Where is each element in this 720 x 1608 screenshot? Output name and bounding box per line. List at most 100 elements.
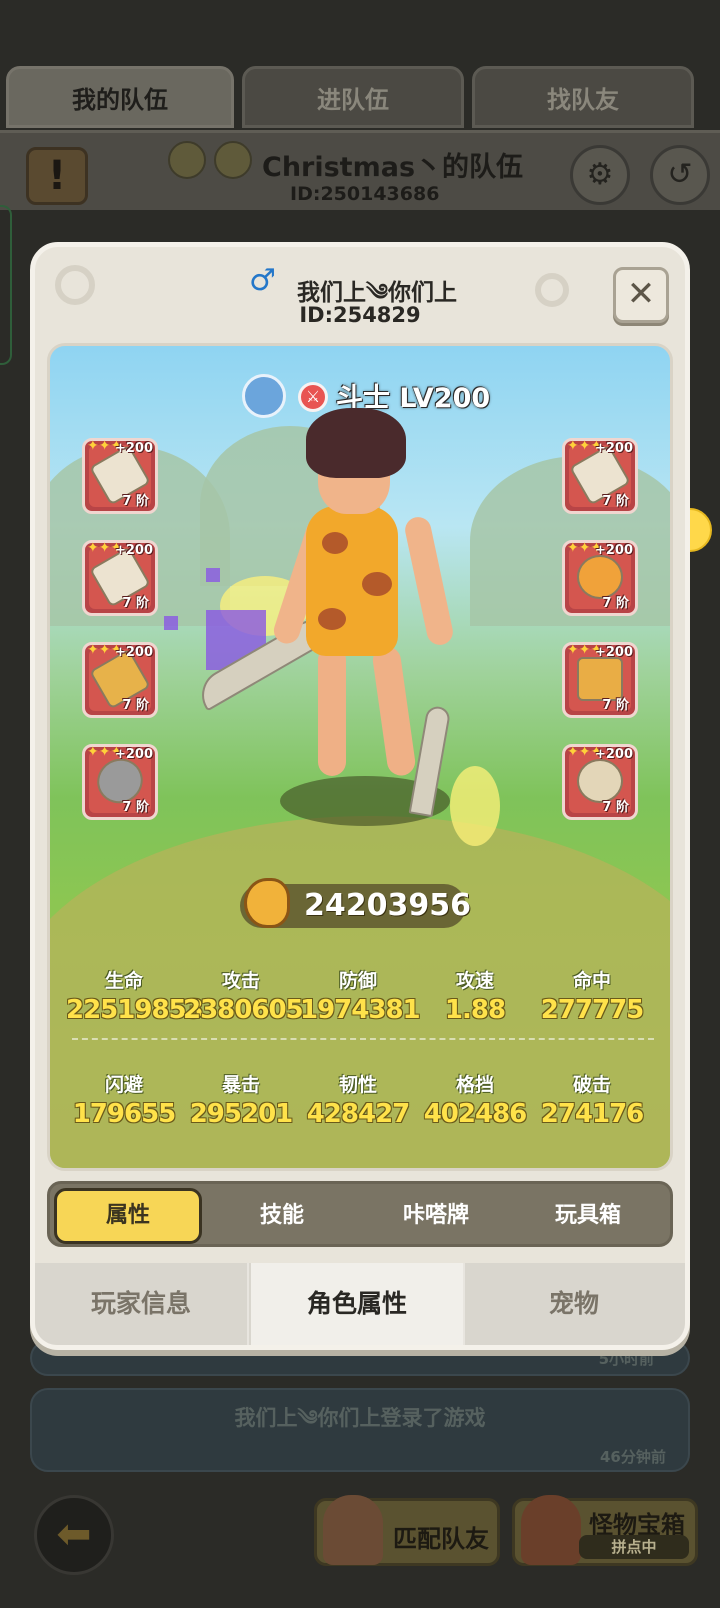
- weapon-glow: [450, 766, 500, 846]
- equip-bonus: +200: [594, 645, 633, 660]
- combat-power-value: 24203956: [304, 888, 471, 923]
- star-rank-icon: ✦✦✦: [567, 439, 602, 453]
- star-rank-icon: ✦✦✦: [87, 541, 122, 555]
- tab-skills[interactable]: 技能: [208, 1188, 356, 1244]
- stat-label: 攻击: [221, 970, 260, 992]
- stat-label: 闪避: [104, 1074, 143, 1096]
- player-info-dialog: ♂ 我们上༄你们上 ID:254829 ✕ ⚔ 斗士 LV200 +200 7 …: [30, 242, 690, 1350]
- prev-message-time: 5小时前: [598, 1350, 654, 1368]
- equip-slot-right-2[interactable]: ✦✦✦ +200 7 阶: [562, 540, 638, 616]
- equip-tier: 7 阶: [602, 800, 629, 815]
- hero-outfit-spot: [318, 608, 346, 630]
- stat-value: 22519853: [66, 995, 204, 1025]
- match-teammate-label: 匹配队友: [393, 1525, 489, 1553]
- equip-slot-right-4[interactable]: ✦✦✦ +200 7 阶: [562, 744, 638, 820]
- equip-tier: 7 阶: [122, 494, 149, 509]
- settings-gear-icon[interactable]: ⚙: [570, 145, 630, 205]
- stat-label: 格挡: [455, 1074, 494, 1096]
- muscle-arm-icon: [244, 878, 290, 928]
- pixel-effect: [206, 568, 220, 582]
- stat-crit: 暴击 295201: [183, 1070, 299, 1129]
- stat-toughness: 韧性 428427: [300, 1070, 416, 1129]
- side-panel-edge: [0, 205, 12, 365]
- stat-defense: 防御 1974381: [300, 966, 421, 1025]
- stat-label: 攻速: [455, 970, 494, 992]
- star-rank-icon: ✦✦✦: [567, 745, 602, 759]
- equip-bonus: +200: [594, 747, 633, 762]
- equip-tier: 7 阶: [602, 698, 629, 713]
- equip-tier: 7 阶: [602, 596, 629, 611]
- stat-dodge: 闪避 179655: [66, 1070, 182, 1129]
- back-arrow-icon[interactable]: ⬅: [34, 1495, 114, 1575]
- exit-team-icon[interactable]: ↺: [650, 145, 710, 205]
- monster-box-status: 拼点中: [579, 1535, 689, 1559]
- equip-tier: 7 阶: [122, 800, 149, 815]
- star-rank-icon: ✦✦✦: [567, 643, 602, 657]
- close-button[interactable]: ✕: [613, 267, 669, 323]
- equip-slot-left-4[interactable]: ✦✦✦ +200 7 阶: [82, 744, 158, 820]
- stat-value: 274176: [540, 1099, 645, 1129]
- tab-pets[interactable]: 宠物: [467, 1263, 681, 1345]
- notice-icon[interactable]: !: [26, 147, 88, 205]
- combat-power: 24203956: [240, 878, 471, 928]
- hero-outfit-spot: [322, 532, 348, 554]
- match-teammate-button[interactable]: 匹配队友: [314, 1495, 500, 1566]
- equip-slot-right-1[interactable]: ✦✦✦ +200 7 阶: [562, 438, 638, 514]
- stat-attack: 攻击 2380605: [183, 966, 304, 1025]
- stat-label: 暴击: [221, 1074, 260, 1096]
- character-scene: ⚔ 斗士 LV200 ✦✦✦ +200 7 阶 ✦✦✦: [47, 343, 673, 1171]
- avatar: [323, 1495, 383, 1565]
- stat-label: 韧性: [338, 1074, 377, 1096]
- top-tabs: 我的队伍 进队伍 找队友: [0, 66, 720, 130]
- equip-slot-left-3[interactable]: ✦✦✦ +200 7 阶: [82, 642, 158, 718]
- star-rank-icon: ✦✦✦: [87, 745, 122, 759]
- tab-join-team[interactable]: 进队伍: [242, 66, 464, 128]
- team-id: ID:250143686: [290, 183, 440, 205]
- tab-player-info[interactable]: 玩家信息: [35, 1263, 249, 1345]
- equip-slot-left-1[interactable]: ✦✦✦ +200 7 阶: [82, 438, 158, 514]
- hero-arm: [402, 514, 456, 648]
- tab-toybox[interactable]: 玩具箱: [514, 1188, 662, 1244]
- team-bar: ! Christmas丶的队伍 ID:250143686 ⚙ ↺: [0, 130, 720, 210]
- tab-cards[interactable]: 咔嗒牌: [362, 1188, 510, 1244]
- decor-swirl: [55, 265, 95, 305]
- sub-tab-bar: 属性 技能 咔嗒牌 玩具箱: [47, 1181, 673, 1247]
- team-level-badge-icon: [168, 141, 206, 179]
- star-rank-icon: ✦✦✦: [87, 439, 122, 453]
- equip-bonus: +200: [114, 645, 153, 660]
- hero-leg: [318, 646, 346, 776]
- stat-block: 格挡 402486: [417, 1070, 533, 1129]
- rank-badge-icon: [242, 374, 286, 418]
- equip-slot-right-3[interactable]: ✦✦✦ +200 7 阶: [562, 642, 638, 718]
- stat-hit: 命中 277775: [534, 966, 650, 1025]
- equip-slot-left-2[interactable]: ✦✦✦ +200 7 阶: [82, 540, 158, 616]
- pixel-effect: [164, 616, 178, 630]
- stat-label: 防御: [338, 970, 377, 992]
- tab-my-team[interactable]: 我的队伍: [6, 66, 234, 128]
- stat-value: 179655: [72, 1099, 177, 1129]
- player-id: ID:254829: [299, 303, 421, 327]
- equip-tier: 7 阶: [602, 494, 629, 509]
- equip-bonus: +200: [114, 543, 153, 558]
- stat-divider: [72, 1038, 654, 1040]
- equip-bonus: +200: [594, 441, 633, 456]
- stat-label: 命中: [572, 970, 611, 992]
- tab-character-attributes[interactable]: 角色属性: [251, 1263, 465, 1345]
- team-title: Christmas丶的队伍: [262, 152, 524, 183]
- stat-value: 1974381: [300, 995, 421, 1025]
- equip-tier: 7 阶: [122, 698, 149, 713]
- stat-hp: 生命 22519853: [66, 966, 204, 1025]
- equip-tier: 7 阶: [122, 596, 149, 611]
- decor-swirl: [535, 273, 569, 307]
- tab-attributes[interactable]: 属性: [54, 1188, 202, 1244]
- stat-value: 277775: [540, 995, 645, 1025]
- hero-outfit-spot: [362, 572, 392, 596]
- tab-find-teammate[interactable]: 找队友: [472, 66, 694, 128]
- monster-box-button[interactable]: 怪物宝箱 拼点中: [512, 1495, 698, 1566]
- stat-value: 1.88: [444, 995, 506, 1025]
- hero-hair: [306, 408, 406, 478]
- hero-leg: [371, 644, 417, 778]
- stat-attack-speed: 攻速 1.88: [417, 966, 533, 1025]
- stat-value: 428427: [306, 1099, 411, 1129]
- equip-bonus: +200: [114, 441, 153, 456]
